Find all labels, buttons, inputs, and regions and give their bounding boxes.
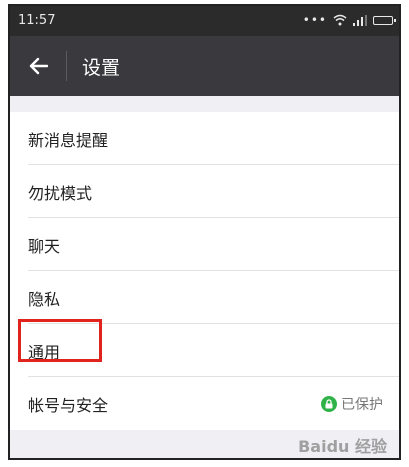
settings-item-label: 通用 [28,342,61,362]
settings-item-new-message-notification[interactable]: 新消息提醒 [10,112,399,165]
battery-icon [373,15,396,25]
arrow-left-icon [29,57,48,75]
app-bar: 设置 [10,36,399,96]
settings-item-label: 勿扰模式 [28,183,93,203]
settings-item-privacy[interactable]: 隐私 [10,271,399,324]
back-button[interactable] [20,48,56,84]
page-title: 设置 [82,57,121,79]
settings-item-label: 新消息提醒 [28,130,109,150]
wifi-icon [333,14,347,26]
settings-item-account-security[interactable]: 帐号与安全 已保护 [10,377,399,430]
settings-item-label: 隐私 [28,289,61,309]
settings-list: 新消息提醒 勿扰模式 聊天 隐私 通用 帐号与安全 已保护 [10,112,399,430]
account-status: 已保护 [321,394,383,414]
phone-frame: 11:57 ••• 设置 新消息提醒 勿扰模式 聊天 隐私 通用 帐号与安全 已… [8,4,401,460]
section-gap [10,96,399,112]
settings-item-label: 聊天 [28,236,61,256]
settings-item-chat[interactable]: 聊天 [10,218,399,271]
status-time: 11:57 [18,13,56,28]
watermark-logo: Baidu 经验 [298,437,387,456]
settings-item-label: 帐号与安全 [28,395,109,415]
appbar-divider [66,51,67,81]
signal-icon [353,14,367,26]
account-status-text: 已保护 [341,397,383,413]
status-bar: 11:57 ••• [10,6,399,36]
settings-item-general[interactable]: 通用 [10,324,399,377]
more-dots-icon: ••• [302,13,327,27]
status-icons: ••• [302,13,396,27]
lock-icon [321,396,337,412]
settings-item-do-not-disturb[interactable]: 勿扰模式 [10,165,399,218]
